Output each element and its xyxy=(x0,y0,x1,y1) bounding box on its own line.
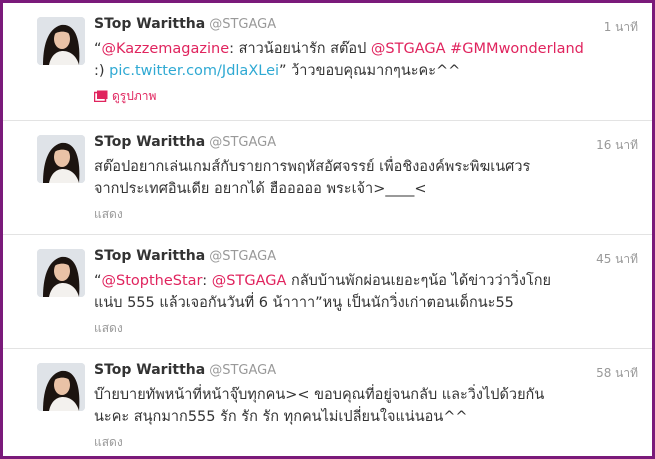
tweet-text: บ๊ายบายทัพหน้าที่หน้าจุ๊บทุกคน>< ขอบคุณท… xyxy=(94,384,624,428)
expand-button[interactable]: แสดง xyxy=(94,205,123,224)
author-handle[interactable]: @STGAGA xyxy=(209,249,276,264)
tweet-time[interactable]: 58 นาที xyxy=(596,364,638,383)
text-segment: ” ว้าวขอบคุณมากๆนะคะ^^ xyxy=(279,63,461,79)
author-name[interactable]: STop Warittha xyxy=(94,248,205,264)
avatar[interactable] xyxy=(37,249,85,297)
avatar[interactable] xyxy=(37,135,85,183)
text-line: บ๊ายบายทัพหน้าที่หน้าจุ๊บทุกคน>< ขอบคุณท… xyxy=(94,387,545,403)
photo-icon xyxy=(93,90,108,105)
tweet-text: “@StoptheStar: @STGAGA กลับบ้านพักผ่อนเย… xyxy=(94,270,624,314)
author-name[interactable]: STop Warittha xyxy=(94,362,205,378)
author-handle[interactable]: @STGAGA xyxy=(209,363,276,378)
hashtag-link[interactable]: #GMMwonderland xyxy=(450,41,584,57)
text-segment: “ xyxy=(94,273,102,289)
avatar[interactable] xyxy=(37,363,85,411)
view-photo-label[interactable]: ดูรูปภาพ xyxy=(112,89,156,103)
tweet[interactable]: STop Warittha @STGAGA 45 นาที “@StoptheSt… xyxy=(3,235,652,349)
author-handle[interactable]: @STGAGA xyxy=(209,17,276,32)
author-handle[interactable]: @STGAGA xyxy=(209,135,276,150)
text-line: สต๊อปอยากเล่นเกมส์กับรายการพฤหัสอัศจรรย์… xyxy=(94,159,531,175)
tweet-time[interactable]: 16 นาที xyxy=(596,136,638,155)
tweet[interactable]: STop Warittha @STGAGA 16 นาที สต๊อปอยากเล… xyxy=(3,121,652,235)
avatar[interactable] xyxy=(37,17,85,65)
mention-link[interactable]: @Kazzemagazine xyxy=(102,41,230,57)
tweet-text: “@Kazzemagazine: สาวน้อยน่ารัก สต๊อป @ST… xyxy=(94,38,624,82)
text-segment: : สาวน้อยน่ารัก สต๊อป xyxy=(229,41,371,57)
text-segment: กลับบ้านพักผ่อนเยอะๆน้อ ได้ข่าวว่าวิ่งโก… xyxy=(286,273,552,289)
tweet[interactable]: STop Warittha @STGAGA 1 นาที “@Kazzemagaz… xyxy=(3,3,652,121)
mention-link[interactable]: @STGAGA xyxy=(371,41,446,57)
text-line: แน่บ 555 แล้วเจอกันวันที่ 6 น้าาาา”หนู เ… xyxy=(94,295,514,311)
mention-link[interactable]: @StoptheStar xyxy=(102,273,203,289)
tweet-time[interactable]: 1 นาที xyxy=(604,18,638,37)
timeline-frame: STop Warittha @STGAGA 1 นาที “@Kazzemagaz… xyxy=(0,0,655,459)
author-name[interactable]: STop Warittha xyxy=(94,16,205,32)
tweet-time[interactable]: 45 นาที xyxy=(596,250,638,269)
text-line: นะคะ สนุกมาก555 รัก รัก รัก ทุกคนไม่เปลี… xyxy=(94,409,468,425)
text-segment: : xyxy=(202,273,212,289)
view-photo-button[interactable]: ดูรูปภาพ xyxy=(93,87,156,106)
mention-link[interactable]: @STGAGA xyxy=(212,273,287,289)
author-name[interactable]: STop Warittha xyxy=(94,134,205,150)
expand-button[interactable]: แสดง xyxy=(94,433,123,452)
tweet-text: สต๊อปอยากเล่นเกมส์กับรายการพฤหัสอัศจรรย์… xyxy=(94,156,624,200)
text-segment: :) xyxy=(94,63,110,79)
text-segment: “ xyxy=(94,41,102,57)
text-line: จากประเทศอินเดีย อยากได้ ฮือออออ พระเจ้า… xyxy=(94,181,427,197)
expand-button[interactable]: แสดง xyxy=(94,319,123,338)
pic-link[interactable]: pic.twitter.com/JdlaXLei xyxy=(109,63,279,79)
tweet[interactable]: STop Warittha @STGAGA 58 นาที บ๊ายบายทัพห… xyxy=(3,349,652,456)
